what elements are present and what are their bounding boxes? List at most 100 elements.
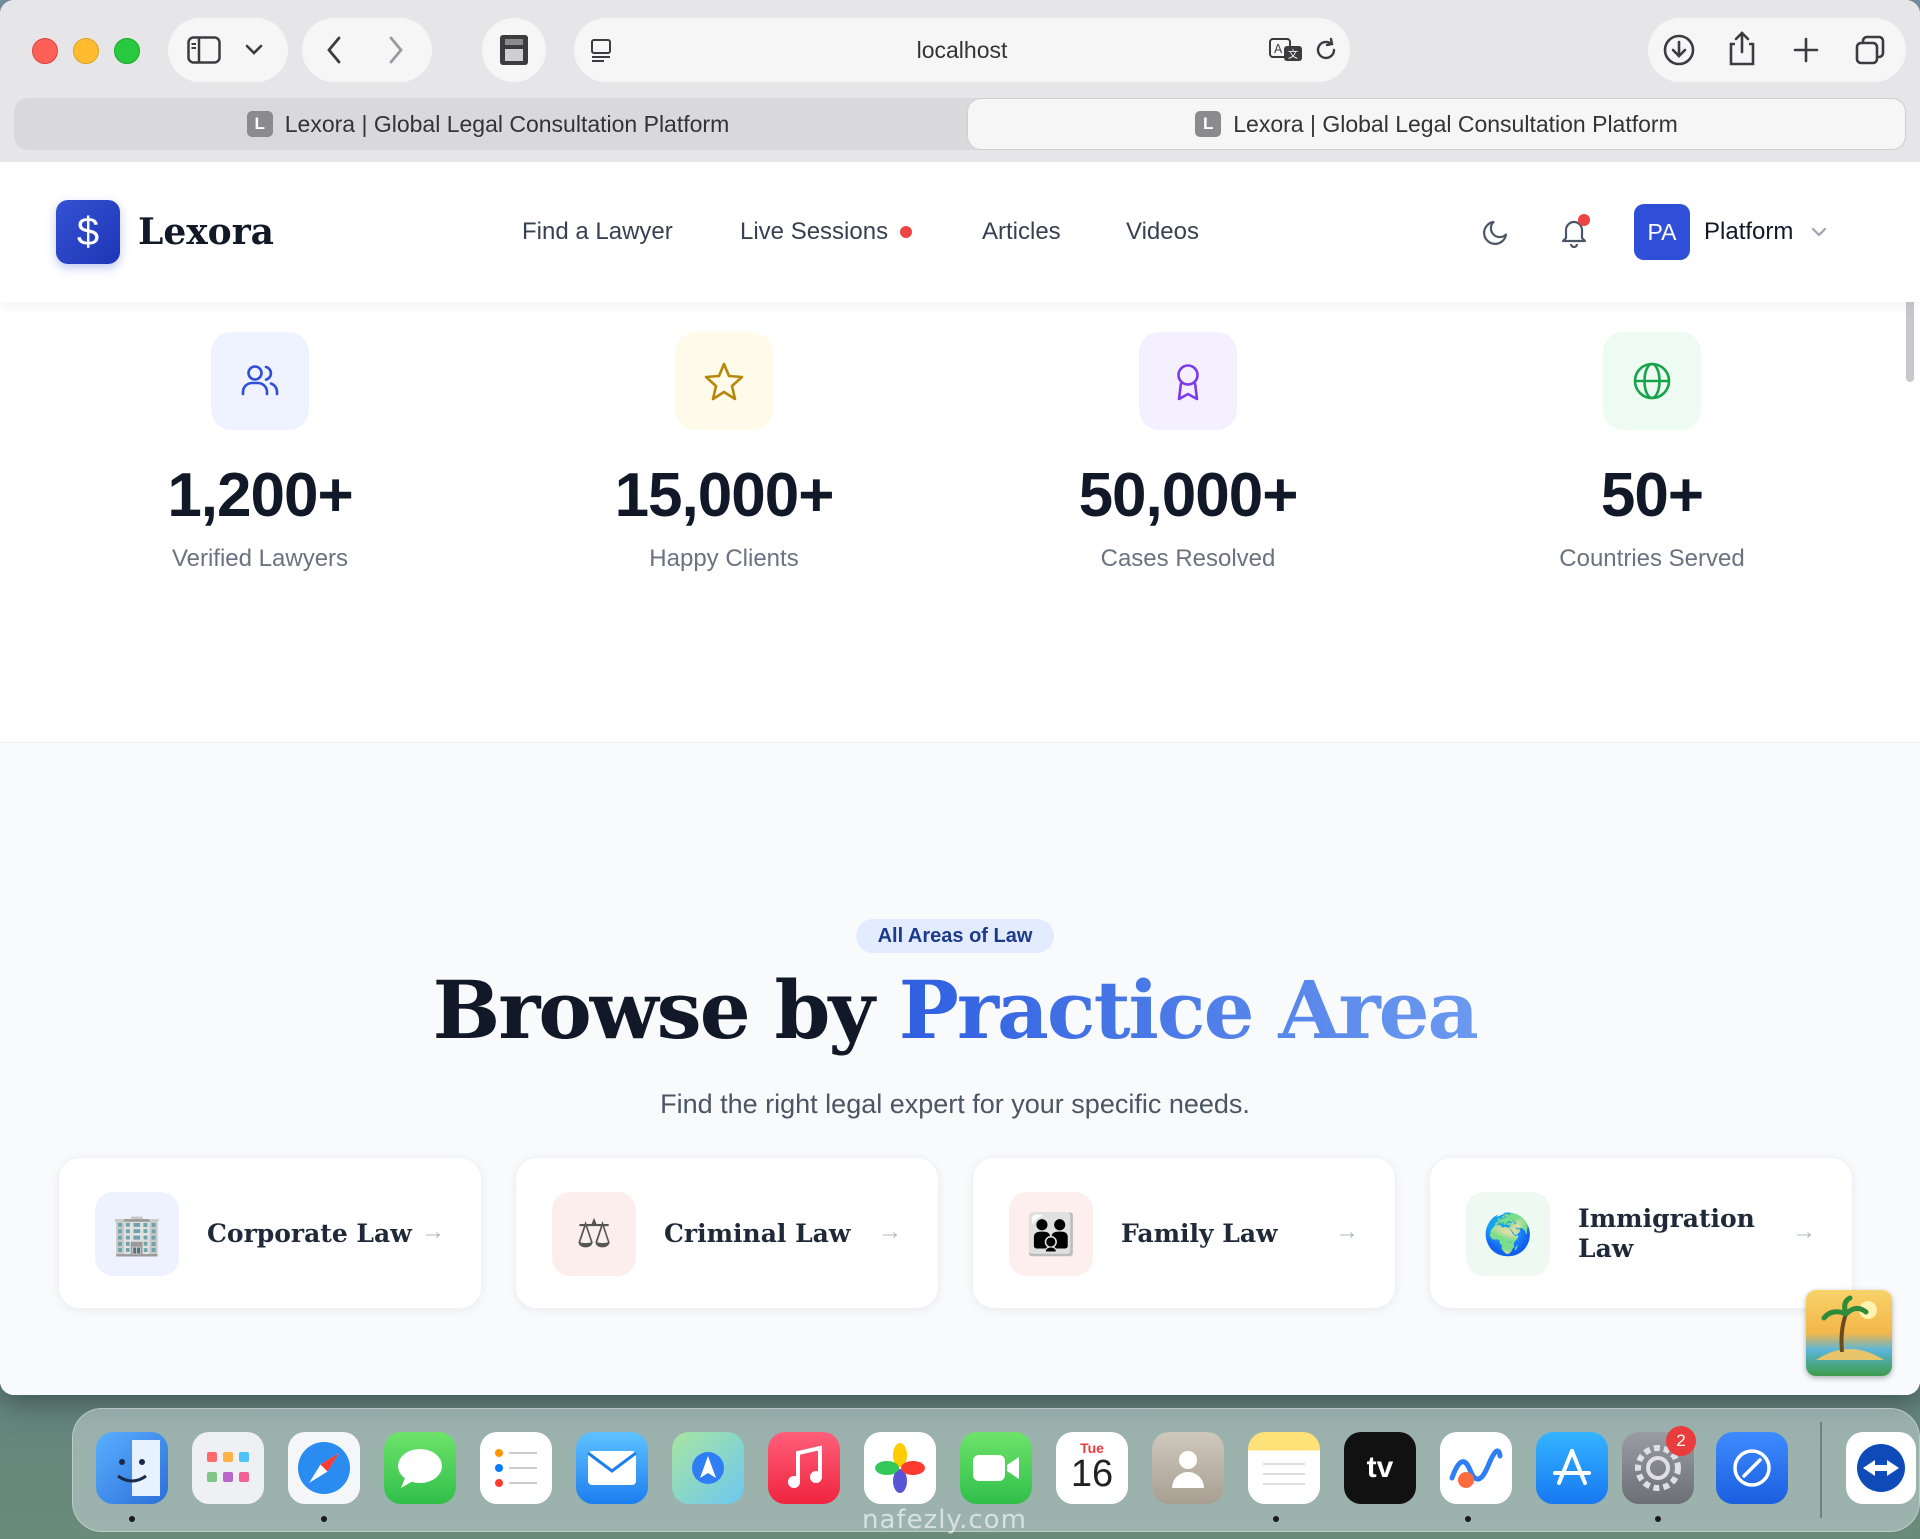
watermark-text: nafezly.com: [862, 1505, 1027, 1535]
apple-tv-icon[interactable]: tv: [1344, 1432, 1416, 1504]
new-tab-icon[interactable]: [1784, 28, 1828, 72]
practice-card-criminal-law[interactable]: ⚖ Criminal Law →: [515, 1157, 939, 1309]
section-heading: Browse by Practice Area: [0, 963, 1910, 1057]
maps-icon[interactable]: [672, 1432, 744, 1504]
safari-icon[interactable]: [288, 1432, 360, 1504]
minimize-window-button[interactable]: [73, 38, 99, 64]
nav-live-sessions[interactable]: Live Sessions: [740, 210, 913, 254]
stat-value: 1,200+: [167, 461, 353, 530]
heading-plain: Browse by: [432, 963, 899, 1057]
browser-tab[interactable]: L Lexora | Global Legal Consultation Pla…: [14, 98, 962, 150]
contacts-icon[interactable]: [1152, 1432, 1224, 1504]
arrow-right-icon: →: [878, 1218, 902, 1245]
stat-value: 50+: [1600, 461, 1704, 530]
heading-accent: Practice Area: [898, 963, 1480, 1057]
stat-label: Cases Resolved: [1100, 545, 1276, 572]
tab-title: Lexora | Global Legal Consultation Platf…: [1233, 110, 1678, 137]
forward-icon[interactable]: [374, 28, 418, 72]
extension-icon[interactable]: [492, 28, 536, 72]
stat-countries-served: 50+ Countries Served: [1452, 332, 1852, 573]
chevron-down-icon[interactable]: [232, 28, 276, 72]
award-icon: [1139, 332, 1237, 430]
section-eyebrow-badge: All Areas of Law: [856, 919, 1054, 953]
running-indicator: [1465, 1516, 1471, 1522]
logo-icon[interactable]: $: [56, 200, 120, 264]
calendar-icon[interactable]: Tue 16: [1056, 1432, 1128, 1504]
office-building-icon: 🏢: [95, 1192, 179, 1276]
stat-label: Countries Served: [1559, 545, 1745, 572]
reload-icon[interactable]: [1304, 28, 1348, 72]
mail-icon[interactable]: [576, 1432, 648, 1504]
avatar[interactable]: PA: [1634, 204, 1690, 260]
browser-window: localhost A文 L Lexora | Global Legal Con…: [0, 0, 1920, 1395]
site-header: $ Lexora Find a Lawyer Live Sessions Art…: [0, 162, 1920, 302]
scales-icon: ⚖: [552, 1192, 636, 1276]
running-indicator: [321, 1516, 327, 1522]
stat-cases-resolved: 50,000+ Cases Resolved: [988, 332, 1388, 573]
reminders-icon[interactable]: [480, 1432, 552, 1504]
stat-value: 50,000+: [1078, 461, 1299, 530]
practice-card-title: Family Law: [1121, 1219, 1278, 1248]
browser-tab-active[interactable]: L Lexora | Global Legal Consultation Pla…: [967, 98, 1906, 150]
stats-section: 1,200+ Verified Lawyers 15,000+ Happy Cl…: [0, 302, 1920, 742]
stat-label: Verified Lawyers: [171, 545, 349, 572]
brand-name[interactable]: Lexora: [138, 206, 274, 258]
tab-overview-icon[interactable]: [1848, 28, 1892, 72]
star-icon: [675, 332, 773, 430]
tv-label: tv: [1366, 1451, 1394, 1484]
practice-card-title: Corporate Law: [207, 1219, 412, 1248]
nav-articles[interactable]: Articles: [982, 210, 1061, 254]
close-window-button[interactable]: [32, 38, 58, 64]
nav-live-sessions-label: Live Sessions: [740, 218, 889, 245]
arrow-right-icon: →: [1792, 1218, 1816, 1245]
web-page: $ Lexora Find a Lawyer Live Sessions Art…: [0, 162, 1920, 1395]
freeform-icon[interactable]: [1440, 1432, 1512, 1504]
finder-icon[interactable]: [96, 1432, 168, 1504]
calendar-date: 16: [1070, 1453, 1114, 1496]
running-indicator: [1655, 1516, 1661, 1522]
users-icon: [211, 332, 309, 430]
nav-videos[interactable]: Videos: [1126, 210, 1199, 254]
notification-badge: [1578, 214, 1590, 226]
url-text[interactable]: localhost: [574, 18, 1350, 82]
photos-icon[interactable]: [864, 1432, 936, 1504]
stat-happy-clients: 15,000+ Happy Clients: [524, 332, 924, 573]
messages-icon[interactable]: [384, 1432, 456, 1504]
stat-label: Happy Clients: [649, 545, 799, 572]
moon-icon[interactable]: [1474, 210, 1518, 254]
browser-toolbar: localhost A文 L Lexora | Global Legal Con…: [0, 0, 1920, 162]
nav-find-lawyer[interactable]: Find a Lawyer: [522, 210, 673, 254]
favicon: L: [246, 111, 273, 137]
share-icon[interactable]: [1720, 26, 1764, 70]
earth-globe-icon: 🌍: [1466, 1192, 1550, 1276]
stat-value: 15,000+: [614, 461, 835, 530]
download-icon[interactable]: [1657, 28, 1701, 72]
launchpad-icon[interactable]: [192, 1432, 264, 1504]
practice-card-title: Immigration Law: [1578, 1204, 1755, 1263]
stat-verified-lawyers: 1,200+ Verified Lawyers: [60, 332, 460, 573]
facetime-icon[interactable]: [960, 1432, 1032, 1504]
live-indicator-dot: [900, 226, 913, 238]
practice-areas-section: All Areas of Law Browse by Practice Area…: [0, 742, 1920, 1395]
app-store-icon[interactable]: [1536, 1432, 1608, 1504]
back-icon[interactable]: [312, 28, 356, 72]
iphone-mirroring-icon[interactable]: [1716, 1432, 1788, 1504]
chevron-down-icon[interactable]: [1810, 210, 1828, 254]
zoom-window-button[interactable]: [114, 38, 140, 64]
teamviewer-icon[interactable]: [1846, 1432, 1916, 1504]
family-icon: 👪: [1009, 1192, 1093, 1276]
svg-text:A: A: [1274, 42, 1283, 56]
practice-card-immigration-law[interactable]: 🌍 Immigration Law →: [1429, 1157, 1853, 1309]
practice-card-family-law[interactable]: 👪 Family Law →: [972, 1157, 1396, 1309]
notes-icon[interactable]: [1248, 1432, 1320, 1504]
user-menu-label[interactable]: Platform: [1704, 210, 1793, 254]
sidebar-icon[interactable]: [182, 28, 226, 72]
beach-island-icon[interactable]: [1806, 1290, 1892, 1376]
dock-separator: [1820, 1422, 1822, 1518]
arrow-right-icon: →: [1335, 1218, 1359, 1245]
section-subheading: Find the right legal expert for your spe…: [660, 1089, 1250, 1119]
translate-icon[interactable]: A文: [1264, 28, 1308, 72]
practice-card-corporate-law[interactable]: 🏢 Corporate Law →: [58, 1157, 482, 1309]
music-icon[interactable]: [768, 1432, 840, 1504]
notification-bell-icon[interactable]: [1552, 210, 1596, 254]
